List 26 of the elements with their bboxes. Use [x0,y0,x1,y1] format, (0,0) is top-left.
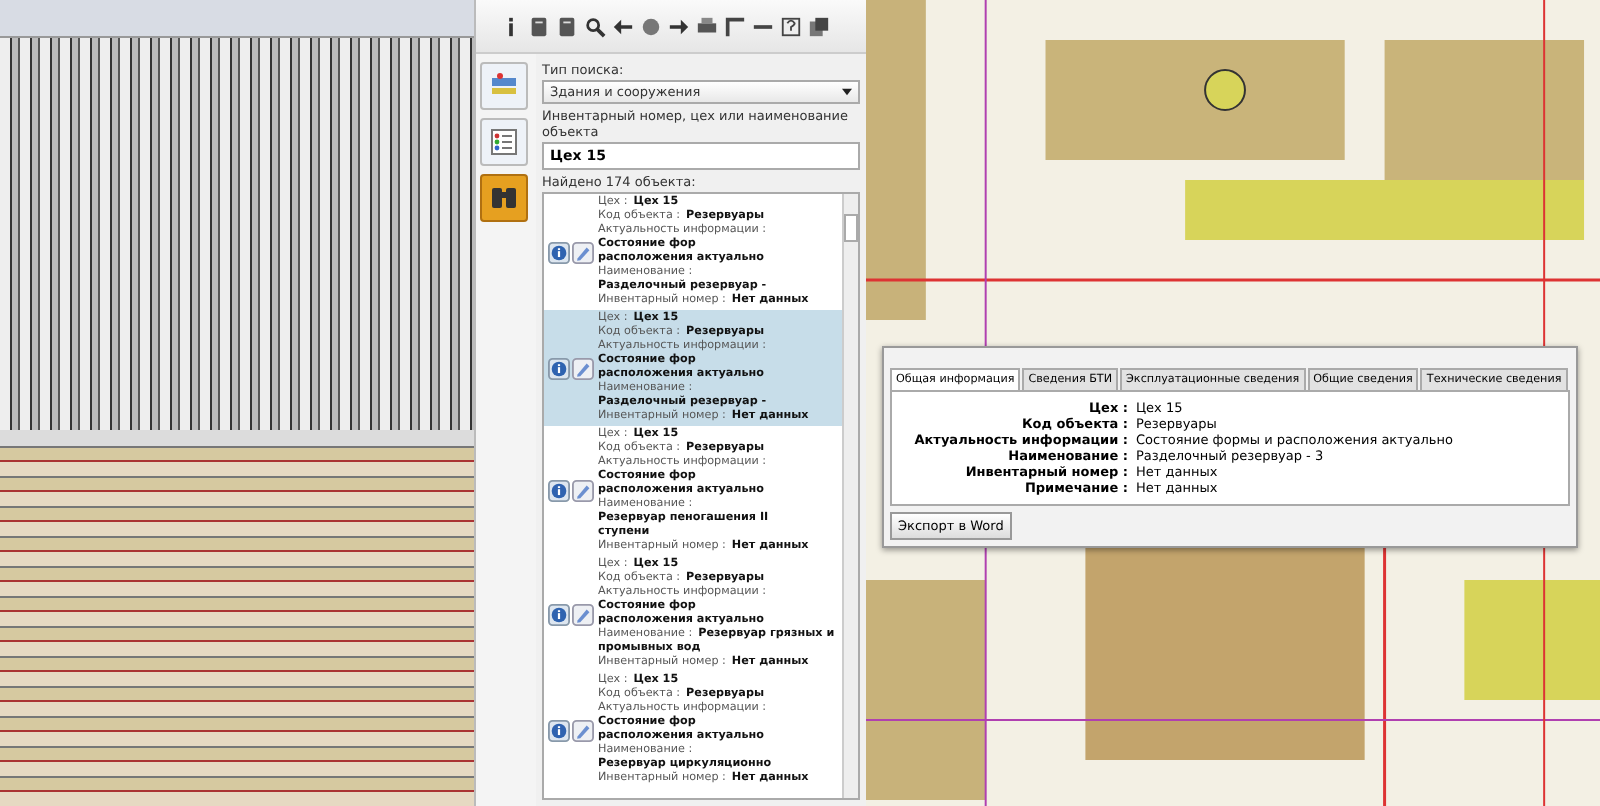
corner-icon[interactable] [724,15,746,37]
vertical-scrollbar[interactable] [842,194,858,798]
info-button[interactable] [548,603,570,625]
edit-button[interactable] [572,719,594,741]
info-button[interactable] [548,480,570,502]
left-arrow-icon[interactable] [612,15,634,37]
book-icon[interactable] [556,15,578,37]
zoom-icon[interactable] [584,15,606,37]
info-button[interactable] [548,357,570,379]
right-arrow-icon[interactable] [668,15,690,37]
book-icon[interactable] [528,15,550,37]
binoculars-icon [488,182,520,214]
search-tool[interactable] [480,174,528,222]
print-icon[interactable] [696,15,718,37]
legend-tool[interactable] [480,118,528,166]
copy-icon[interactable] [808,15,830,37]
edit-button[interactable] [572,603,594,625]
info-button[interactable] [548,719,570,741]
caret-icon [842,88,852,96]
legend-icon [488,126,520,158]
edit-button[interactable] [572,357,594,379]
help-icon[interactable] [780,15,802,37]
edit-button[interactable] [572,480,594,502]
info-button[interactable] [548,241,570,263]
layers-tool[interactable] [480,62,528,110]
edit-button[interactable] [572,241,594,263]
